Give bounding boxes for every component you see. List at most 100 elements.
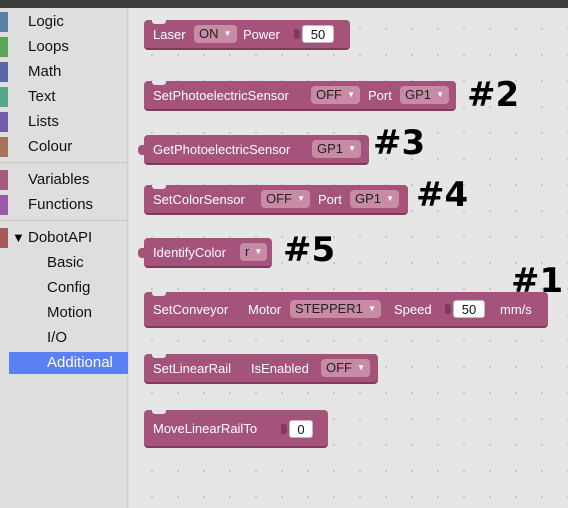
- category-color-swatch: [0, 137, 8, 157]
- top-bar: [0, 0, 568, 8]
- category-label: Logic: [28, 13, 64, 30]
- photo-port-dropdown[interactable]: GP1 ▼: [400, 86, 450, 104]
- block-label: Port: [368, 88, 392, 103]
- category-color-swatch: [0, 170, 8, 190]
- color-port-dropdown[interactable]: GP1 ▼: [350, 190, 400, 208]
- category-separator: [0, 220, 128, 221]
- linear-rail-state-dropdown[interactable]: OFF ▼: [321, 359, 370, 377]
- subcategory-basic[interactable]: Basic: [47, 252, 84, 274]
- get-photo-port-dropdown[interactable]: GP1 ▼: [312, 140, 362, 158]
- speed-unit: mm/s: [500, 302, 532, 317]
- dropdown-value: STEPPER1: [295, 301, 363, 316]
- category-colour[interactable]: Colour: [0, 136, 128, 158]
- caret-down-icon: ▼: [357, 363, 365, 372]
- block-label: Power: [243, 27, 280, 42]
- category-logic[interactable]: Logic: [0, 11, 128, 33]
- block-label: GetPhotoelectricSensor: [153, 142, 291, 157]
- move-linear-rail-block[interactable]: MoveLinearRailTo 0: [144, 410, 328, 448]
- laser-state-dropdown[interactable]: ON ▼: [194, 25, 237, 43]
- set-color-sensor-block[interactable]: SetColorSensor OFF ▼ Port GP1 ▼: [144, 185, 408, 215]
- block-notch: [152, 81, 166, 85]
- category-label: Lists: [28, 113, 59, 130]
- category-label: Colour: [28, 138, 73, 155]
- rail-position-slot: 0: [281, 418, 321, 440]
- block-workspace[interactable]: Laser ON ▼ Power 50 SetPhotoelectricSenso…: [129, 8, 568, 508]
- subcategory-io[interactable]: I/O: [47, 327, 67, 349]
- block-label: Motor: [248, 302, 282, 317]
- category-loops[interactable]: Loops: [0, 36, 128, 58]
- block-label: Port: [318, 192, 342, 207]
- block-notch: [152, 20, 166, 24]
- annotation-2: #2: [467, 75, 520, 115]
- category-label: Text: [28, 88, 56, 105]
- block-label: SetPhotoelectricSensor: [153, 88, 289, 103]
- caret-down-icon: ▼: [436, 90, 445, 99]
- category-label: Loops: [28, 38, 69, 55]
- dropdown-value: GP1: [317, 141, 344, 156]
- caret-down-icon: ▼: [347, 90, 355, 99]
- output-plug: [138, 145, 145, 155]
- identify-color-dropdown[interactable]: r ▼: [240, 243, 268, 261]
- caret-down-icon: ▼: [254, 247, 263, 256]
- subcategory-config[interactable]: Config: [47, 277, 90, 299]
- photo-state-dropdown[interactable]: OFF ▼: [311, 86, 360, 104]
- power-input[interactable]: 50: [302, 25, 334, 43]
- block-notch: [152, 292, 166, 296]
- category-text[interactable]: Text: [0, 86, 128, 108]
- category-color-swatch: [0, 195, 8, 215]
- category-label: Math: [28, 63, 62, 80]
- slot-socket: [294, 29, 300, 39]
- block-label: SetColorSensor: [153, 192, 245, 207]
- block-label: SetConveyor: [153, 302, 229, 317]
- set-linear-rail-block[interactable]: SetLinearRail IsEnabled OFF ▼: [144, 354, 378, 384]
- dropdown-value: r: [245, 244, 250, 259]
- slot-socket: [281, 424, 287, 434]
- set-photoelectric-sensor-block[interactable]: SetPhotoelectricSensor OFF ▼ Port GP1 ▼: [144, 81, 456, 111]
- block-notch: [152, 354, 166, 358]
- block-notch: [152, 410, 166, 414]
- category-variables[interactable]: Variables: [0, 169, 128, 191]
- category-color-swatch: [0, 87, 8, 107]
- color-state-dropdown[interactable]: OFF ▼: [261, 190, 310, 208]
- block-label: IdentifyColor: [153, 245, 226, 260]
- slot-socket: [445, 304, 451, 314]
- caret-down-icon: ▼: [297, 194, 305, 203]
- block-notch: [152, 185, 166, 189]
- caret-down-icon: ▼: [348, 144, 357, 153]
- subcategory-motion[interactable]: Motion: [47, 302, 92, 324]
- get-photoelectric-sensor-block[interactable]: GetPhotoelectricSensor GP1 ▼: [138, 135, 369, 165]
- category-label: Variables: [28, 171, 90, 188]
- category-color-swatch: [0, 12, 8, 32]
- category-color-swatch: [0, 62, 8, 82]
- rail-position-input[interactable]: 0: [289, 420, 313, 438]
- subcategory-additional[interactable]: Additional: [9, 352, 128, 374]
- dropdown-value: GP1: [355, 191, 382, 206]
- block-label: Laser: [153, 27, 186, 42]
- triangle-down-icon[interactable]: ▼: [12, 227, 25, 249]
- category-math[interactable]: Math: [0, 61, 128, 83]
- laser-block[interactable]: Laser ON ▼ Power 50: [144, 20, 350, 50]
- dropdown-value: OFF: [326, 360, 352, 375]
- category-separator: [0, 162, 128, 163]
- identify-color-block[interactable]: IdentifyColor r ▼: [138, 238, 272, 268]
- caret-down-icon: ▼: [386, 194, 395, 203]
- category-label: Functions: [28, 196, 94, 213]
- dropdown-value: ON: [199, 26, 219, 41]
- power-slot: 50: [294, 23, 346, 45]
- dropdown-value: OFF: [316, 87, 342, 102]
- caret-down-icon: ▼: [223, 29, 232, 38]
- category-functions[interactable]: Functions: [0, 194, 128, 216]
- dropdown-value: OFF: [266, 191, 292, 206]
- category-lists[interactable]: Lists: [0, 111, 128, 133]
- block-label: Speed: [394, 302, 432, 317]
- category-dobotapi[interactable]: ▼ DobotAPI: [0, 227, 128, 249]
- dropdown-value: GP1: [405, 87, 432, 102]
- output-plug: [138, 248, 145, 258]
- annotation-3: #3: [373, 123, 426, 163]
- block-label: SetLinearRail: [153, 361, 232, 376]
- toolbox-sidebar: Logic Loops Math Text Lists Colour Varia…: [0, 8, 128, 508]
- conveyor-motor-dropdown[interactable]: STEPPER1 ▼: [290, 300, 381, 318]
- set-conveyor-block[interactable]: SetConveyor Motor STEPPER1 ▼ Speed 50 mm/…: [144, 292, 548, 328]
- speed-input[interactable]: 50: [453, 300, 485, 318]
- annotation-1: #1: [511, 261, 564, 301]
